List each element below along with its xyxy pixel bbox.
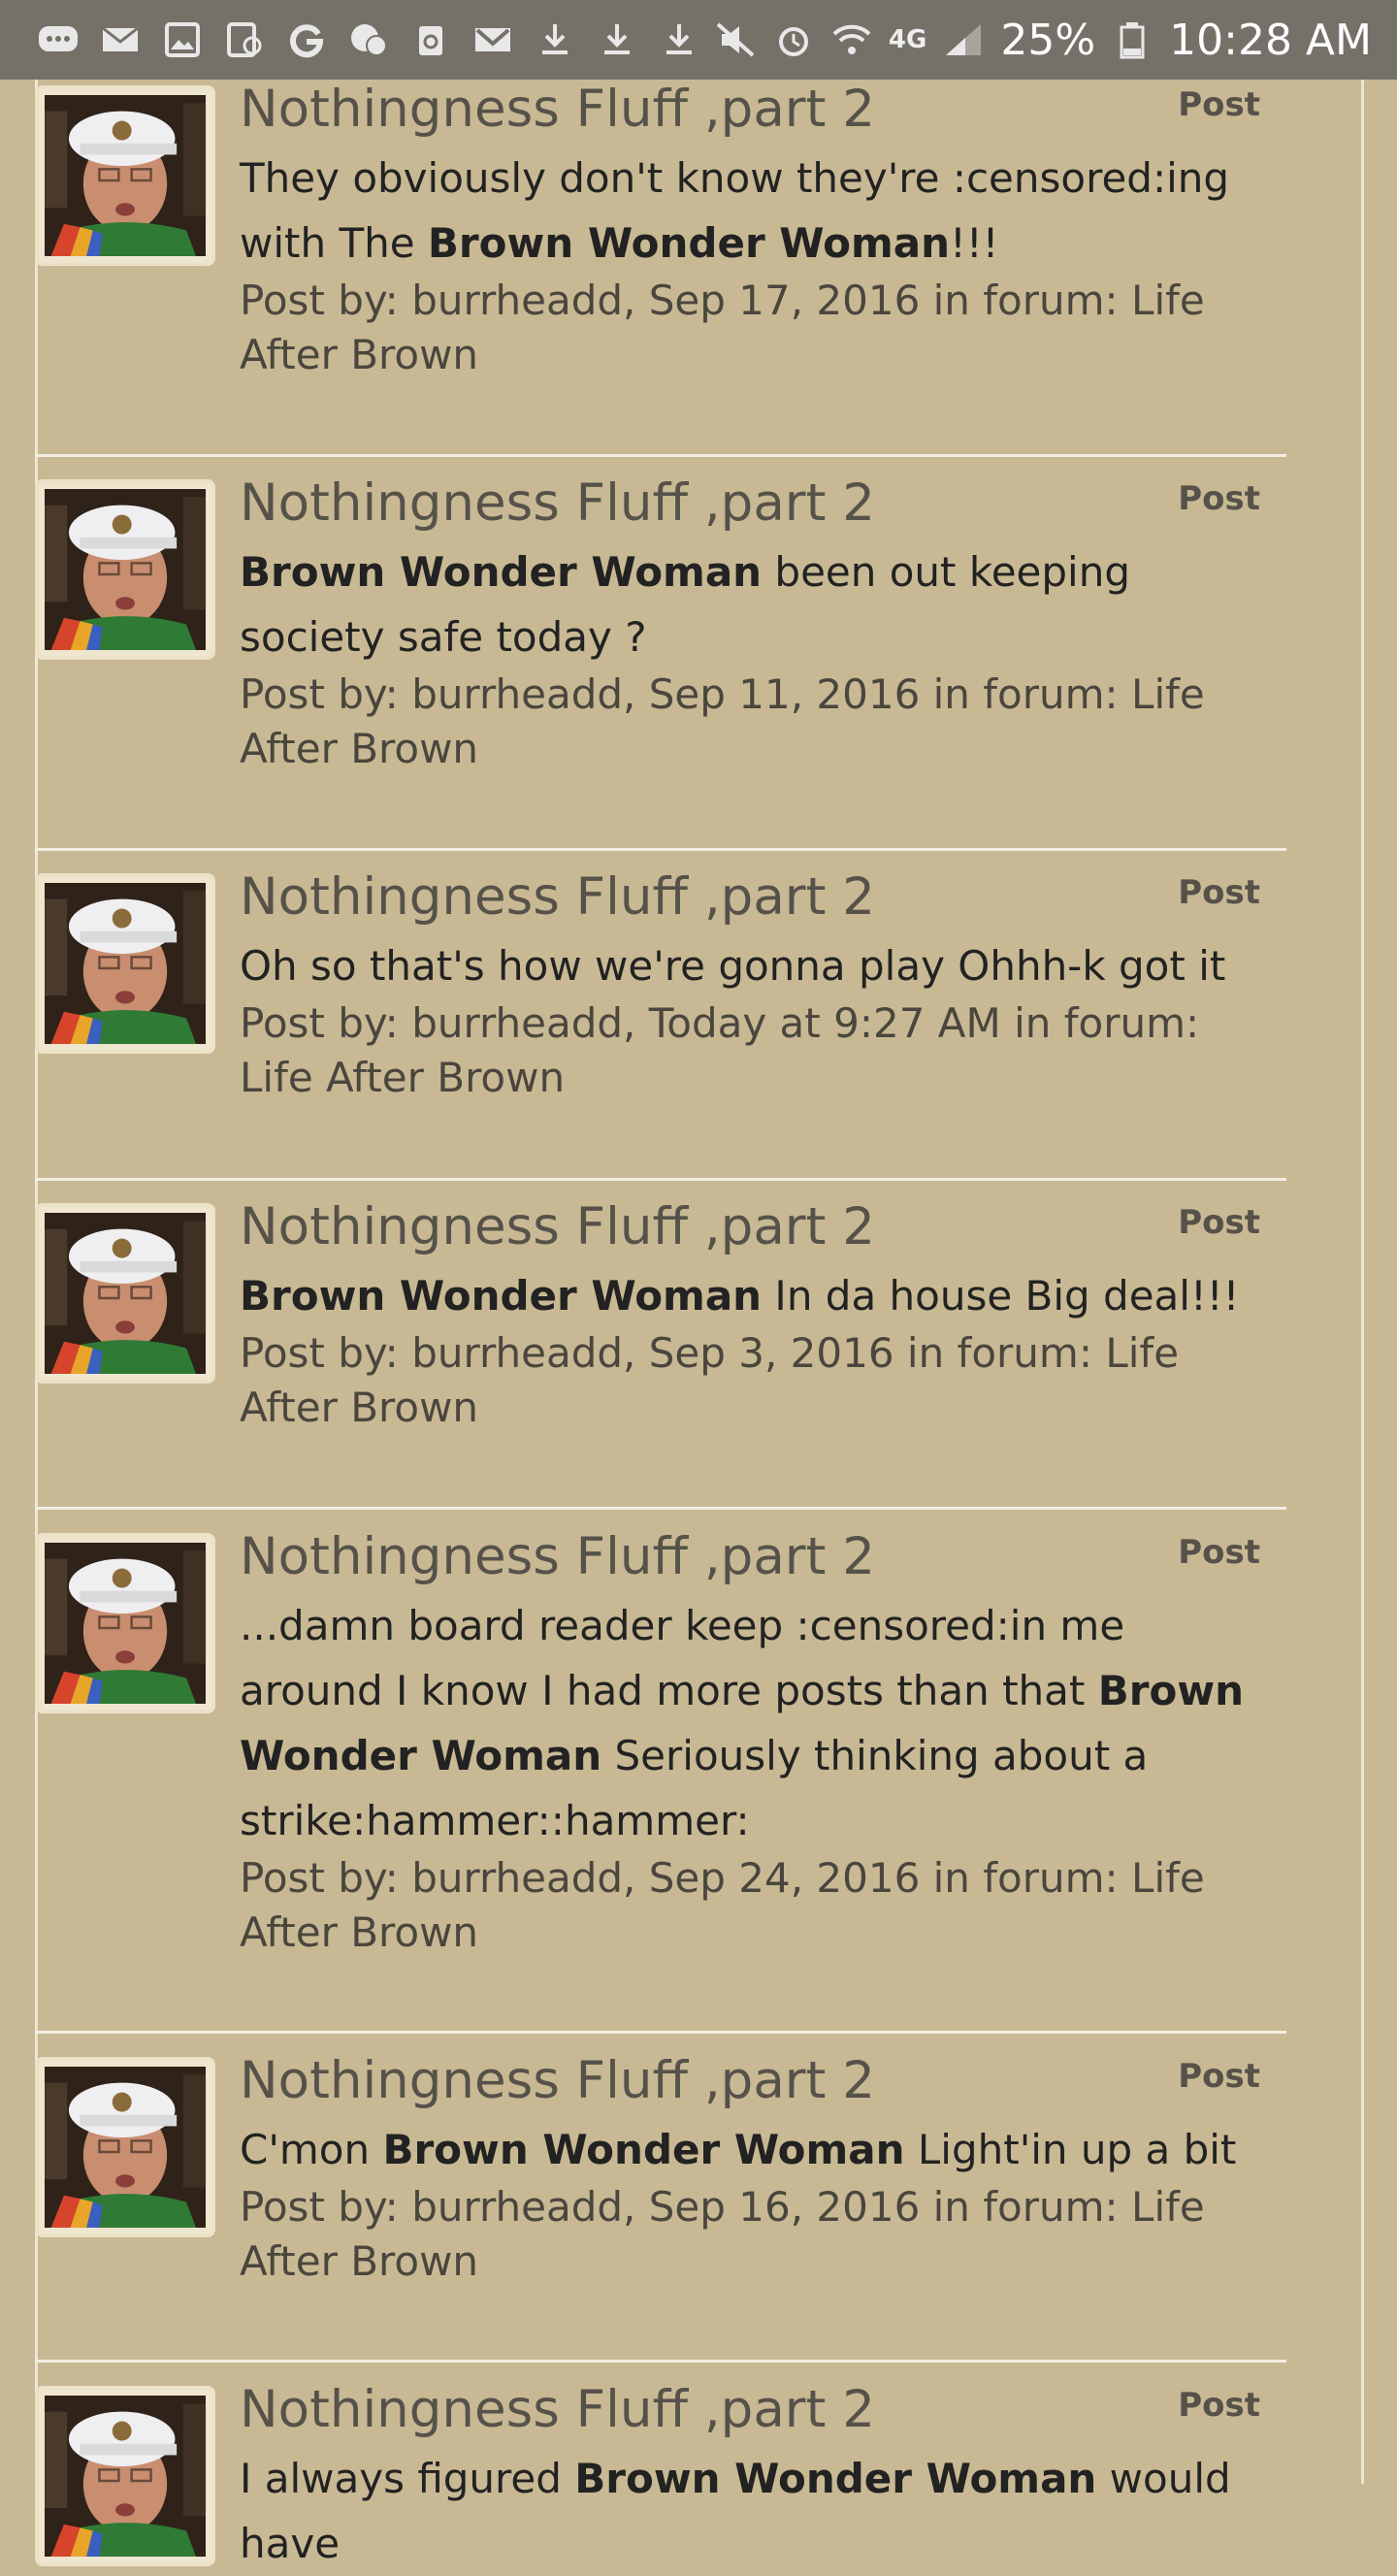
- result-meta: Post by: burrheadd, Sep 16, 2016 in foru…: [240, 2183, 1205, 2285]
- avatar-image: [45, 95, 206, 256]
- result-divider: [35, 2360, 1286, 2363]
- result-snippet[interactable]: I always figured Brown Wonder Woman woul…: [240, 2446, 1278, 2576]
- result-body: Nothingness Fluff ,part 2 Post Oh so that'…: [240, 867, 1278, 1105]
- highlighted-term: Brown Wonder Woman: [574, 2455, 1097, 2502]
- content-type-label: Post: [1178, 479, 1260, 518]
- result-meta: Post by: burrheadd, Sep 24, 2016 in foru…: [240, 1854, 1205, 1956]
- result-body: Nothingness Fluff ,part 2 Post ...damn boa…: [240, 1527, 1278, 1960]
- system-status: 4G 25% 10:28 AM: [714, 16, 1372, 65]
- download-icon: [658, 20, 700, 59]
- status-bar: 4G 25% 10:28 AM: [0, 0, 1397, 80]
- result-meta: Post by: burrheadd, Sep 17, 2016 in foru…: [240, 277, 1205, 378]
- highlighted-term: Brown Wonder Woman: [240, 548, 763, 596]
- messages-icon: [37, 20, 80, 59]
- snippet-text: C'mon: [240, 2126, 383, 2173]
- gmail-icon: [471, 20, 514, 59]
- result-body: Nothingness Fluff ,part 2 Post They obviou…: [240, 80, 1278, 382]
- result-title-link[interactable]: Nothingness Fluff ,part 2: [240, 1197, 1278, 1257]
- network-type-label: 4G: [888, 25, 927, 54]
- result-snippet[interactable]: ...damn board reader keep :censored:in m…: [240, 1593, 1278, 1853]
- result-snippet[interactable]: Brown Wonder Woman In da house Big deal!…: [240, 1263, 1278, 1328]
- result-title-link[interactable]: Nothingness Fluff ,part 2: [240, 80, 1278, 140]
- result-divider: [35, 1507, 1286, 1510]
- signal-icon: [942, 20, 985, 59]
- content-type-label: Post: [1178, 85, 1260, 124]
- avatar-image: [45, 489, 206, 650]
- result-title-link[interactable]: Nothingness Fluff ,part 2: [240, 2051, 1278, 2111]
- content-type-label: Post: [1178, 1533, 1260, 1572]
- content-type-label: Post: [1178, 1203, 1260, 1242]
- notification-icons: [37, 20, 714, 59]
- snippet-text: In da house Big deal!!!: [762, 1272, 1240, 1320]
- result-divider: [35, 1178, 1286, 1181]
- download-icon: [596, 20, 638, 59]
- content-type-label: Post: [1178, 2386, 1260, 2425]
- result-body: Nothingness Fluff ,part 2 Post C'mon Brown…: [240, 2051, 1278, 2289]
- snippet-text: Light'in up a bit: [904, 2126, 1237, 2173]
- result-divider: [35, 2031, 1286, 2034]
- result-snippet[interactable]: C'mon Brown Wonder Woman Light'in up a b…: [240, 2117, 1278, 2182]
- result-body: Nothingness Fluff ,part 2 Post Brown Wonde…: [240, 473, 1278, 776]
- avatar-image: [45, 1213, 206, 1374]
- avatar[interactable]: [35, 2057, 215, 2237]
- result-snippet[interactable]: Oh so that's how we're gonna play Ohhh-k…: [240, 933, 1278, 998]
- avatar-image: [45, 2396, 206, 2557]
- snippet-text: ...damn board reader keep :censored:in m…: [240, 1602, 1125, 1714]
- result-title-link[interactable]: Nothingness Fluff ,part 2: [240, 1527, 1278, 1587]
- alarm-icon: [772, 20, 815, 59]
- screenshot-icon: [223, 20, 266, 59]
- mute-icon: [714, 20, 757, 59]
- battery-icon: [1111, 20, 1153, 59]
- chat-icon: [347, 20, 390, 59]
- clock: 10:28 AM: [1169, 15, 1372, 65]
- avatar-image: [45, 1543, 206, 1704]
- download-icon: [534, 20, 576, 59]
- highlighted-term: Brown Wonder Woman: [427, 219, 950, 267]
- avatar-image: [45, 883, 206, 1044]
- recycle-icon: [409, 20, 452, 59]
- battery-percent: 25%: [1000, 15, 1096, 65]
- content-type-label: Post: [1178, 2057, 1260, 2096]
- snippet-text: I always figured: [240, 2455, 575, 2502]
- avatar[interactable]: [35, 1203, 215, 1384]
- avatar[interactable]: [35, 2386, 215, 2566]
- result-divider: [35, 848, 1286, 851]
- result-body: Nothingness Fluff ,part 2 Post I always fi…: [240, 2380, 1278, 2576]
- snippet-text: Oh so that's how we're gonna play Ohhh-k…: [240, 942, 1226, 990]
- avatar[interactable]: [35, 479, 215, 660]
- avatar[interactable]: [35, 85, 215, 266]
- result-meta: Post by: burrheadd, Sep 3, 2016 in forum…: [240, 1329, 1180, 1431]
- result-title-link[interactable]: Nothingness Fluff ,part 2: [240, 867, 1278, 928]
- result-snippet[interactable]: Brown Wonder Woman been out keeping soci…: [240, 539, 1278, 669]
- avatar[interactable]: [35, 1533, 215, 1713]
- result-meta: Post by: burrheadd, Sep 11, 2016 in foru…: [240, 670, 1205, 772]
- gallery-icon: [161, 20, 204, 59]
- result-snippet[interactable]: They obviously don't know they're :censo…: [240, 146, 1278, 276]
- wifi-icon: [830, 20, 873, 59]
- result-body: Nothingness Fluff ,part 2 Post Brown Wonde…: [240, 1197, 1278, 1435]
- highlighted-term: Brown Wonder Woman: [382, 2126, 905, 2173]
- snippet-text: !!!: [950, 219, 999, 267]
- result-title-link[interactable]: Nothingness Fluff ,part 2: [240, 2380, 1278, 2440]
- avatar[interactable]: [35, 873, 215, 1054]
- result-title-link[interactable]: Nothingness Fluff ,part 2: [240, 473, 1278, 534]
- result-meta: Post by: burrheadd, Today at 9:27 AM in …: [240, 999, 1200, 1101]
- google-icon: [285, 20, 328, 59]
- avatar-image: [45, 2067, 206, 2228]
- result-divider: [35, 454, 1286, 457]
- content-type-label: Post: [1178, 873, 1260, 912]
- mail-icon: [99, 20, 142, 59]
- highlighted-term: Brown Wonder Woman: [240, 1272, 763, 1320]
